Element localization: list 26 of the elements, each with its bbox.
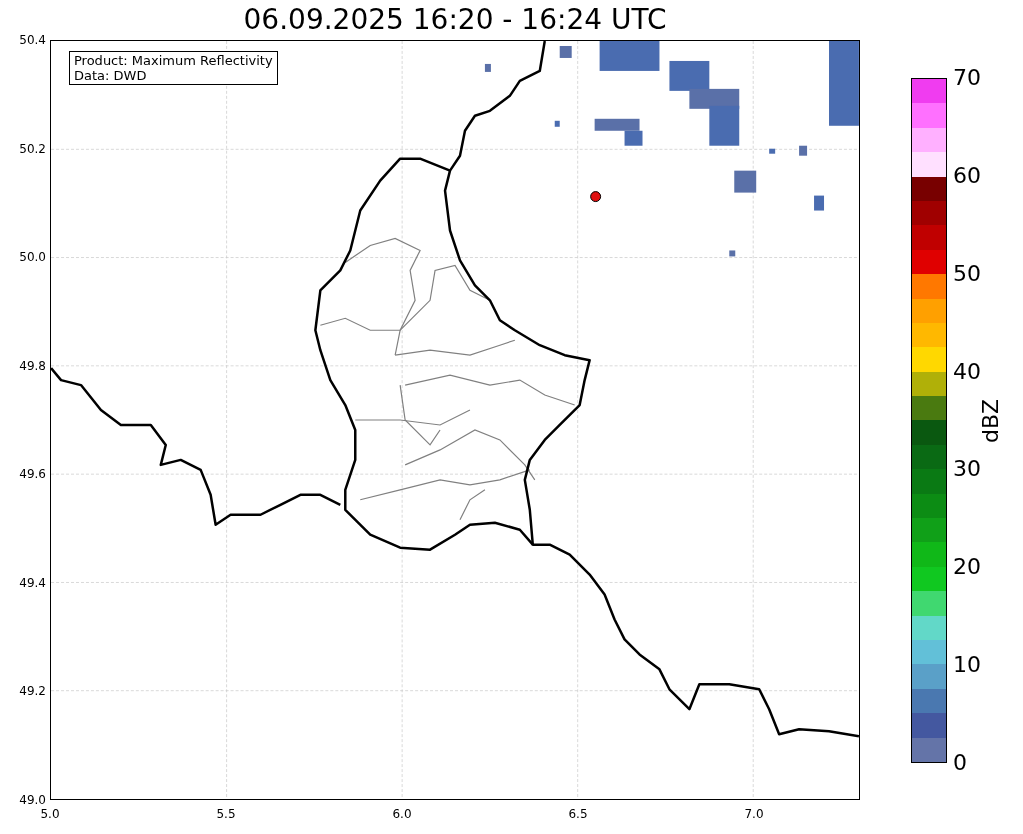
colorbar-tick-label: 30 [953, 457, 981, 482]
colorbar-tick-label: 0 [953, 750, 968, 775]
location-marker [590, 191, 602, 203]
colorbar-tick-label: 20 [953, 555, 981, 580]
axis-tick-label: 7.0 [743, 806, 765, 822]
axis-tick-label: 50.2 [19, 140, 46, 157]
colorbar-label: dBZ [979, 398, 1003, 443]
colorbar-tick-label: 40 [953, 359, 981, 384]
axis-tick-label: 49.4 [19, 574, 46, 591]
axis-tick-label: 5.5 [215, 806, 237, 822]
colorbar-tick-label: 60 [953, 163, 981, 188]
info-text: Product: Maximum Reflectivity [74, 53, 273, 68]
axis-tick-label: 6.0 [391, 806, 413, 822]
axis-tick-label: 49.6 [19, 466, 46, 483]
colorbar-tick-label: 70 [953, 66, 981, 90]
axis-tick-label: 49.8 [19, 357, 46, 374]
axis-tick-label: 6.5 [567, 806, 589, 822]
info-text: Data: DWD [74, 68, 148, 83]
axis-tick-label: 49.0 [19, 791, 46, 808]
axis-tick-label: 50.4 [19, 32, 46, 48]
colorbar-tick-label: 50 [953, 261, 981, 286]
axis-tick-label: 50.0 [19, 249, 46, 266]
plot-title: 06.09.2025 16:20 - 16:24 UTC [242, 2, 668, 38]
colorbar-tick-label: 10 [953, 653, 981, 678]
axis-tick-label: 5.0 [39, 806, 61, 822]
axis-tick-label: 49.2 [19, 683, 46, 700]
